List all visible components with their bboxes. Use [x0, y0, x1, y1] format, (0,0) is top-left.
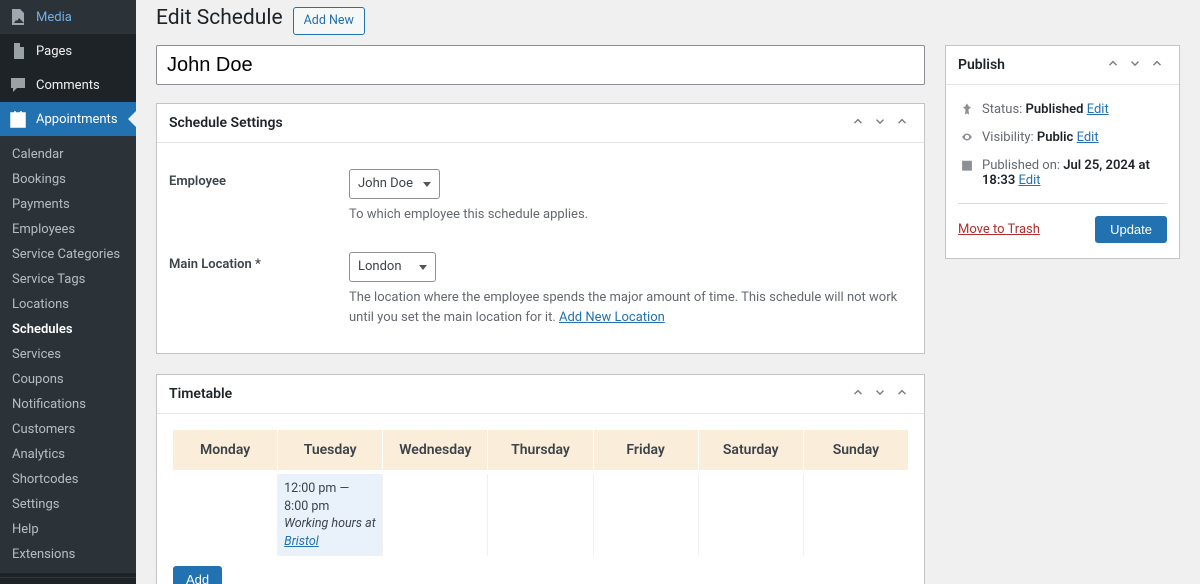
day-header-sat: Saturday: [699, 430, 804, 470]
panel-down-icon[interactable]: [870, 114, 890, 132]
add-new-button[interactable]: Add New: [293, 7, 365, 35]
day-header-fri: Friday: [594, 430, 699, 470]
panel-timetable: Timetable Monday Tuesday Wednesday Thurs…: [156, 374, 925, 584]
move-to-trash-link[interactable]: Move to Trash: [958, 222, 1040, 237]
add-new-location-link[interactable]: Add New Location: [559, 310, 665, 325]
day-header-thu: Thursday: [488, 430, 593, 470]
submenu-analytics[interactable]: Analytics: [0, 442, 136, 467]
edit-status-link[interactable]: Edit: [1087, 102, 1109, 117]
page-icon: [8, 41, 28, 61]
menu-label: Media: [36, 10, 72, 25]
timetable-add-button[interactable]: Add: [173, 566, 222, 584]
day-col-mon: [173, 474, 278, 556]
day-col-tue: 12:00 pm — 8:00 pm Working hours at Bris…: [278, 474, 383, 556]
day-header-tue: Tuesday: [278, 430, 383, 470]
day-col-wed: [383, 474, 488, 556]
menu-label: Pages: [36, 44, 72, 59]
day-col-thu: [488, 474, 593, 556]
submenu-help[interactable]: Help: [0, 517, 136, 542]
panel-up-icon[interactable]: [848, 114, 868, 132]
edit-date-link[interactable]: Edit: [1018, 173, 1040, 188]
submenu-payments[interactable]: Payments: [0, 192, 136, 217]
submenu-bookings[interactable]: Bookings: [0, 167, 136, 192]
panel-up-icon[interactable]: [1103, 56, 1123, 74]
update-button[interactable]: Update: [1095, 216, 1167, 243]
menu-appearance[interactable]: Appearance: [0, 578, 136, 584]
menu-comments[interactable]: Comments: [0, 68, 136, 102]
panel-down-icon[interactable]: [870, 385, 890, 403]
employee-select[interactable]: John Doe: [349, 169, 440, 199]
location-desc: The location where the employee spends t…: [349, 288, 912, 327]
comment-icon: [8, 75, 28, 95]
event-time: 12:00 pm — 8:00 pm: [284, 480, 376, 515]
panel-title: Timetable: [169, 386, 232, 402]
calendar-small-icon: [958, 158, 976, 176]
employee-label: Employee: [169, 169, 349, 225]
main-content: Edit Schedule Add New Schedule Settings …: [136, 0, 1200, 584]
day-col-sat: [699, 474, 804, 556]
day-col-fri: [594, 474, 699, 556]
submenu-service-categories[interactable]: Service Categories: [0, 242, 136, 267]
timetable-event[interactable]: 12:00 pm — 8:00 pm Working hours at Bris…: [278, 474, 382, 556]
submenu: Calendar Bookings Payments Employees Ser…: [0, 136, 136, 573]
location-label: Main Location *: [169, 252, 349, 327]
page-title: Edit Schedule: [156, 6, 283, 30]
menu-label: Comments: [36, 78, 100, 93]
submenu-shortcodes[interactable]: Shortcodes: [0, 467, 136, 492]
day-col-sun: [804, 474, 908, 556]
media-icon: [8, 7, 28, 27]
submenu-locations[interactable]: Locations: [0, 292, 136, 317]
panel-down-icon[interactable]: [1125, 56, 1145, 74]
submenu-customers[interactable]: Customers: [0, 417, 136, 442]
submenu-extensions[interactable]: Extensions: [0, 542, 136, 567]
edit-visibility-link[interactable]: Edit: [1077, 130, 1099, 145]
panel-schedule-settings: Schedule Settings Employee John Doe To w…: [156, 103, 925, 355]
panel-toggle-icon[interactable]: [1147, 56, 1167, 74]
panel-title: Schedule Settings: [169, 115, 283, 131]
pin-icon: [958, 102, 976, 120]
day-header-sun: Sunday: [804, 430, 908, 470]
calendar-icon: [8, 109, 28, 129]
day-header-mon: Monday: [173, 430, 278, 470]
panel-toggle-icon[interactable]: [892, 114, 912, 132]
submenu-employees[interactable]: Employees: [0, 217, 136, 242]
submenu-services[interactable]: Services: [0, 342, 136, 367]
eye-icon: [958, 130, 976, 148]
submenu-service-tags[interactable]: Service Tags: [0, 267, 136, 292]
menu-media[interactable]: Media: [0, 0, 136, 34]
location-select[interactable]: London: [349, 252, 436, 282]
submenu-calendar[interactable]: Calendar: [0, 142, 136, 167]
submenu-schedules[interactable]: Schedules: [0, 317, 136, 342]
panel-title: Publish: [958, 57, 1005, 73]
employee-desc: To which employee this schedule applies.: [349, 205, 912, 225]
menu-appointments[interactable]: Appointments: [0, 102, 136, 136]
menu-label: Appointments: [36, 112, 118, 127]
event-location-link[interactable]: Bristol: [284, 534, 319, 549]
admin-sidebar: Media Pages Comments Appointments Calend…: [0, 0, 136, 584]
submenu-coupons[interactable]: Coupons: [0, 367, 136, 392]
day-header-wed: Wednesday: [383, 430, 488, 470]
panel-toggle-icon[interactable]: [892, 385, 912, 403]
menu-pages[interactable]: Pages: [0, 34, 136, 68]
panel-publish: Publish Status: Published Ed: [945, 45, 1180, 259]
post-title-input[interactable]: [156, 45, 925, 85]
panel-up-icon[interactable]: [848, 385, 868, 403]
event-location: Working hours at Bristol: [284, 515, 376, 550]
submenu-notifications[interactable]: Notifications: [0, 392, 136, 417]
submenu-settings[interactable]: Settings: [0, 492, 136, 517]
